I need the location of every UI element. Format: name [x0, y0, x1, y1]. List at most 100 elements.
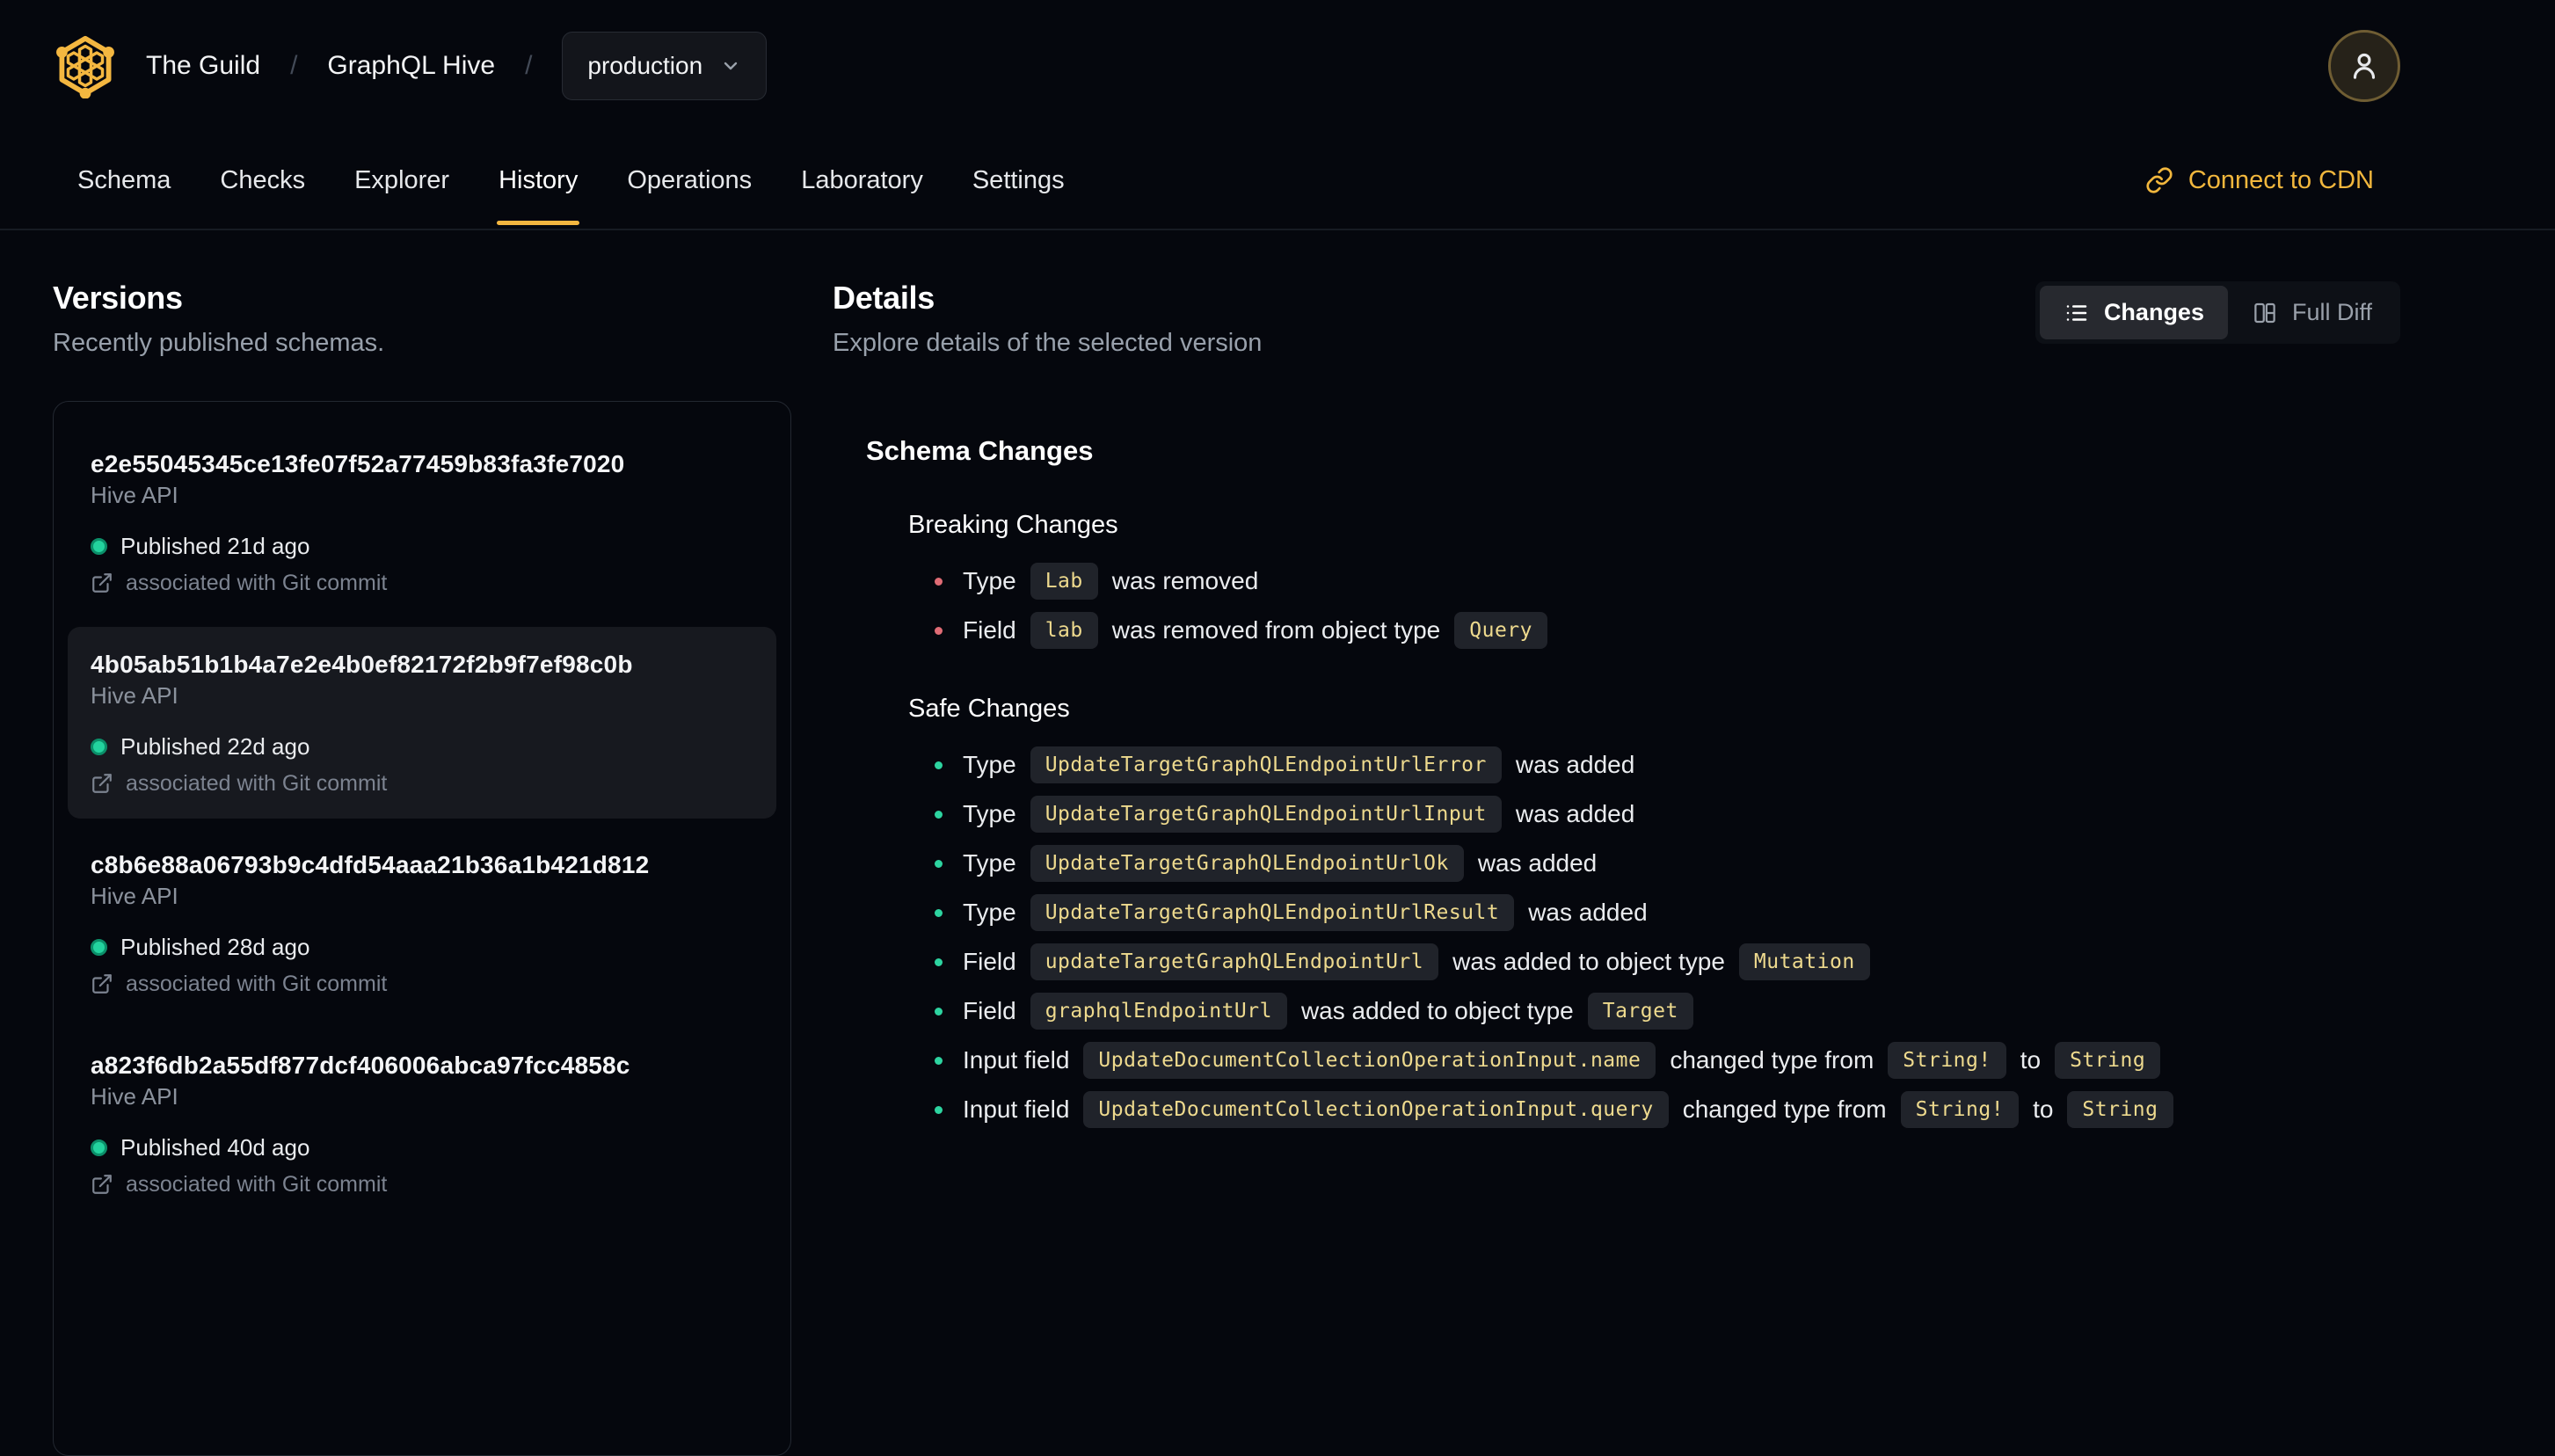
change-severity-bullet	[935, 957, 943, 966]
change-code-chip: UpdateDocumentCollectionOperationInput.q…	[1083, 1091, 1669, 1128]
full-diff-view-label: Full Diff	[2291, 299, 2372, 325]
change-item: Type Lab was removed	[935, 561, 2400, 601]
version-list-item[interactable]: 4b05ab51b1b4a7e2e4b0ef82172f2b9f7ef98c0b…	[68, 627, 776, 819]
change-item: Type UpdateTargetGraphQLEndpointUrlResult…	[935, 892, 2400, 933]
change-code-chip: String!	[1888, 1042, 2006, 1079]
tab-operations[interactable]: Operations	[602, 132, 776, 229]
version-list-item[interactable]: e2e55045345ce13fe07f52a77459b83fa3fe7020…	[68, 426, 776, 618]
breadcrumb-org[interactable]: The Guild	[146, 51, 260, 81]
published-status-dot	[91, 537, 107, 555]
change-text: was added	[1477, 849, 1598, 877]
change-severity-bullet	[935, 1105, 943, 1114]
main-content: Versions Recently published schemas. e2e…	[0, 230, 2555, 1456]
git-commit-link[interactable]: associated with Git commit	[91, 571, 753, 595]
tab-laboratory[interactable]: Laboratory	[776, 132, 948, 229]
version-hash: e2e55045345ce13fe07f52a77459b83fa3fe7020	[91, 450, 625, 477]
versions-panel: Versions Recently published schemas. e2e…	[53, 280, 791, 1456]
tab-label: Explorer	[354, 165, 450, 194]
git-commit-text: associated with Git commit	[126, 771, 388, 796]
app-header: The Guild / GraphQL Hive / production	[0, 0, 2555, 132]
change-severity-bullet	[935, 761, 943, 769]
git-commit-link[interactable]: associated with Git commit	[91, 771, 753, 796]
target-selector[interactable]: production	[562, 32, 768, 100]
versions-title: Versions	[53, 280, 183, 316]
change-severity-bullet	[935, 908, 943, 917]
tab-label: Schema	[77, 165, 171, 194]
change-text: was added to object type	[1300, 997, 1574, 1024]
version-service-name: Hive API	[91, 482, 178, 508]
changes-section-title: Safe Changes	[908, 695, 1070, 723]
tabs: Schema Checks Explorer History Operations Lab…	[53, 132, 1089, 229]
version-service-name: Hive API	[91, 883, 178, 909]
change-code-chip: Lab	[1030, 563, 1098, 600]
tab-explorer[interactable]: Explorer	[330, 132, 474, 229]
version-list-item[interactable]: c8b6e88a06793b9c4dfd54aaa21b36a1b421d812…	[68, 827, 776, 1019]
tab-schema[interactable]: Schema	[53, 132, 195, 229]
changes-view-button[interactable]: Changes	[2039, 286, 2228, 339]
full-diff-view-button[interactable]: Full Diff	[2228, 286, 2396, 339]
change-code-chip: Mutation	[1738, 943, 1870, 980]
change-text: Type	[963, 849, 1016, 877]
changes-list-safe: Type UpdateTargetGraphQLEndpointUrlError w…	[935, 745, 2400, 1130]
change-code-chip: updateTargetGraphQLEndpointUrl	[1030, 943, 1439, 980]
change-code-chip: Target	[1587, 993, 1693, 1030]
change-code-chip: UpdateTargetGraphQLEndpointUrlOk	[1030, 845, 1464, 882]
tab-checks[interactable]: Checks	[195, 132, 330, 229]
change-item: Type UpdateTargetGraphQLEndpointUrlError w…	[935, 745, 2400, 785]
git-commit-link[interactable]: associated with Git commit	[91, 1172, 753, 1197]
changes-list-breaking: Type Lab was removed Field lab was removed fr…	[935, 561, 2400, 651]
change-severity-bullet	[935, 626, 943, 635]
published-text: Published 21d ago	[120, 533, 310, 559]
external-link-icon	[92, 1175, 112, 1194]
change-text: Type	[963, 899, 1016, 926]
changes-section-title: Breaking Changes	[908, 511, 1118, 539]
external-link-icon	[92, 974, 112, 994]
change-text: was removed from object type	[1111, 616, 1441, 644]
change-code-chip: String!	[1900, 1091, 2020, 1128]
tab-label: Checks	[220, 165, 306, 194]
tab-label: Settings	[972, 165, 1065, 194]
change-code-chip: String	[2055, 1042, 2161, 1079]
change-item: Type UpdateTargetGraphQLEndpointUrlInput w…	[935, 794, 2400, 834]
change-severity-bullet	[935, 1007, 943, 1016]
hive-logo[interactable]	[53, 33, 118, 98]
change-text: was added to object type	[1452, 948, 1725, 975]
breadcrumb-project[interactable]: GraphQL Hive	[327, 51, 495, 81]
change-code-chip: Query	[1454, 612, 1547, 649]
change-text: Type	[963, 567, 1016, 594]
git-commit-text: associated with Git commit	[126, 972, 388, 996]
versions-list: e2e55045345ce13fe07f52a77459b83fa3fe7020…	[53, 401, 791, 1456]
change-text: was added	[1528, 899, 1648, 926]
version-published-status: Published 21d ago	[91, 533, 753, 559]
tab-bar: Schema Checks Explorer History Operations Lab…	[0, 132, 2555, 230]
version-service-name: Hive API	[91, 1083, 178, 1110]
version-hash: a823f6db2a55df877dcf406006abca97fcc4858c	[91, 1052, 630, 1079]
change-text: Field	[963, 948, 1016, 975]
details-panel: Details Explore details of the selected …	[833, 280, 2400, 1456]
tab-label: Operations	[627, 165, 753, 194]
version-list-item[interactable]: a823f6db2a55df877dcf406006abca97fcc4858c…	[68, 1028, 776, 1219]
change-item: Field lab was removed from object type Quer…	[935, 610, 2400, 651]
tab-label: History	[497, 165, 580, 225]
details-header: Details Explore details of the selected …	[833, 280, 2400, 358]
version-hash: c8b6e88a06793b9c4dfd54aaa21b36a1b421d812	[91, 851, 650, 878]
change-severity-bullet	[935, 1056, 943, 1065]
change-item: Field updateTargetGraphQLEndpointUrl was a…	[935, 942, 2400, 982]
change-code-chip: lab	[1030, 612, 1098, 649]
details-heading-block: Details Explore details of the selected …	[833, 280, 1262, 358]
tab-settings[interactable]: Settings	[948, 132, 1089, 229]
published-status-dot	[91, 1139, 107, 1156]
git-commit-link[interactable]: associated with Git commit	[91, 972, 753, 996]
view-toggle: Changes Full Diff	[2035, 281, 2400, 344]
details-subtitle: Explore details of the selected version	[833, 329, 1263, 357]
avatar[interactable]	[2328, 30, 2400, 102]
breadcrumb-separator: /	[290, 51, 298, 80]
connect-to-cdn-link[interactable]: Connect to CDN	[2145, 166, 2374, 195]
target-selector-value: production	[587, 52, 703, 79]
list-icon	[2066, 304, 2087, 321]
version-hash: 4b05ab51b1b4a7e2e4b0ef82172f2b9f7ef98c0b	[91, 651, 633, 678]
published-text: Published 40d ago	[120, 1134, 310, 1161]
tab-history[interactable]: History	[474, 132, 602, 229]
change-text: Field	[963, 616, 1016, 644]
git-commit-text: associated with Git commit	[126, 1172, 388, 1197]
